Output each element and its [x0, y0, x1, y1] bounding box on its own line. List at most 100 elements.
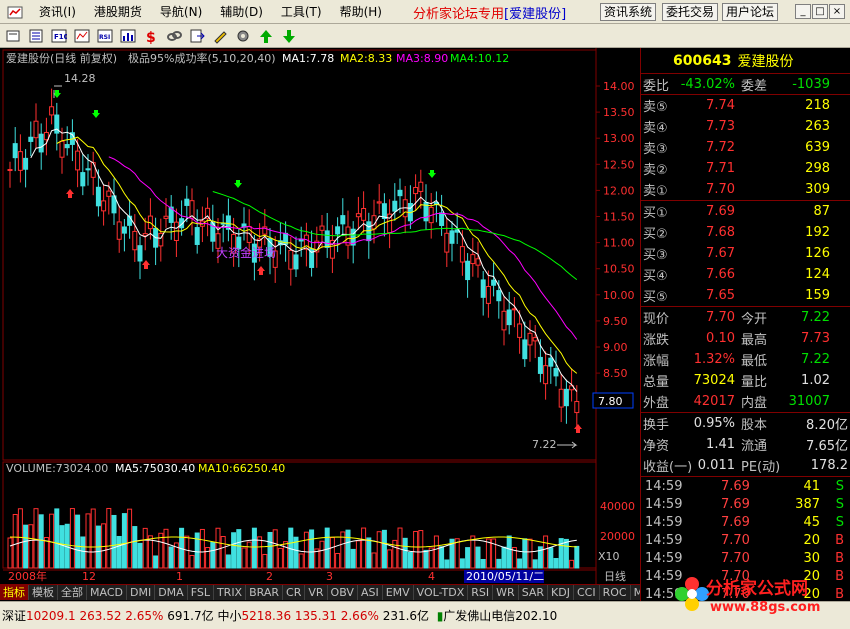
pencil-icon[interactable] — [211, 27, 229, 45]
bar-chart-icon[interactable] — [119, 27, 137, 45]
connection-icon: ▮ — [436, 608, 444, 623]
kline-icon[interactable] — [73, 27, 91, 45]
volume-bar — [496, 558, 502, 569]
volume-bar — [59, 525, 65, 569]
tab-fsl[interactable]: FSL — [187, 585, 214, 600]
buy-order-row[interactable]: 买③ 7.67 126 — [641, 243, 850, 264]
zx-amount: 231.6亿 — [382, 609, 430, 623]
tab-rsi[interactable]: RSI — [468, 585, 494, 600]
fund-value: 7.65亿 — [806, 439, 848, 454]
rsi-icon[interactable]: RSI — [96, 27, 114, 45]
settings-icon[interactable] — [234, 27, 252, 45]
home-icon[interactable] — [4, 27, 22, 45]
tab-roc[interactable]: ROC — [599, 585, 631, 600]
arrow-down-icon[interactable] — [280, 27, 298, 45]
tab-template[interactable]: 模板 — [29, 585, 58, 600]
tab-brar[interactable]: BRAR — [246, 585, 284, 600]
trade-button[interactable]: 委托交易 — [662, 3, 719, 21]
buy-order-row[interactable]: 买⑤ 7.65 159 — [641, 285, 850, 306]
info-system-button[interactable]: 资讯系统 — [600, 3, 657, 21]
volume-bar — [215, 527, 221, 569]
link-icon[interactable] — [165, 27, 183, 45]
app-icon[interactable] — [4, 2, 26, 22]
candle-body — [465, 260, 471, 281]
dollar-icon[interactable]: $ — [142, 27, 160, 45]
tab-sar[interactable]: SAR — [518, 585, 549, 600]
tab-kdj[interactable]: KDJ — [548, 585, 574, 600]
tab-emv[interactable]: EMV — [382, 585, 414, 600]
candle-body — [101, 200, 107, 212]
sell-order-row[interactable]: 卖② 7.71 298 — [641, 158, 850, 179]
forum-button[interactable]: 用户论坛 — [722, 3, 779, 21]
tick-time: 14:59 — [645, 514, 683, 530]
minimize-icon[interactable]: _ — [795, 4, 811, 19]
sell-volume: 309 — [805, 182, 830, 197]
quote-label: 今开 — [741, 312, 768, 327]
date-label-3: 3 — [326, 570, 333, 583]
tick-price: 7.69 — [721, 496, 750, 512]
price-axis-label: 12.00 — [603, 184, 635, 197]
menu-help[interactable]: 帮助(H) — [331, 3, 391, 20]
kline-chart[interactable]: 爱建股份(日线 前复权) 极品95%成功率(5,10,20,40) MA1:7.… — [0, 48, 640, 584]
menu-info[interactable]: 资讯(I) — [30, 3, 85, 20]
tab-cci[interactable]: CCI — [573, 585, 600, 600]
arrow-up-icon[interactable] — [257, 27, 275, 45]
volume-bar — [506, 535, 512, 569]
f10-icon[interactable]: F10 — [50, 27, 68, 45]
sell-order-row[interactable]: 卖① 7.70 309 — [641, 179, 850, 200]
volume-bar — [548, 547, 554, 569]
maximize-icon[interactable]: □ — [812, 4, 828, 19]
quote-row: 外盘 42017 内盘 31007 — [641, 391, 850, 412]
sell-order-row[interactable]: 卖③ 7.72 639 — [641, 137, 850, 158]
tab-macd[interactable]: MACD — [87, 585, 127, 600]
weicha-label: 委差 — [741, 78, 768, 94]
period-label[interactable]: 日线 — [604, 569, 626, 583]
tab-asi[interactable]: ASI — [357, 585, 383, 600]
buy-label: 买① — [643, 206, 668, 221]
tab-vol-tdx[interactable]: VOL-TDX — [413, 585, 469, 600]
volume-bar — [236, 529, 242, 569]
menu-tools[interactable]: 工具(T) — [272, 3, 331, 20]
candle-body — [355, 213, 361, 218]
tab-trix[interactable]: TRIX — [213, 585, 247, 600]
zx-pct: 2.66% — [340, 608, 379, 623]
fund-label: 股本 — [741, 418, 768, 433]
tab-dma[interactable]: DMA — [155, 585, 188, 600]
volume-bar — [43, 536, 49, 569]
tab-vr[interactable]: VR — [305, 585, 328, 600]
sell-label: 卖③ — [643, 142, 668, 157]
buy-order-row[interactable]: 买① 7.69 87 — [641, 201, 850, 222]
sell-order-row[interactable]: 卖⑤ 7.74 218 — [641, 95, 850, 116]
volume-bar — [163, 528, 169, 569]
volume-bar — [309, 529, 315, 569]
tab-cr[interactable]: CR — [283, 585, 306, 600]
candle-body — [480, 279, 486, 298]
buy-order-row[interactable]: 买② 7.68 192 — [641, 222, 850, 243]
price-axis-label: 13.00 — [603, 132, 635, 145]
tab-wr[interactable]: WR — [493, 585, 519, 600]
list-icon[interactable] — [27, 27, 45, 45]
export-icon[interactable] — [188, 27, 206, 45]
candle-body — [475, 258, 481, 266]
candle-body — [324, 230, 330, 248]
forum-stock-name: [爱建股份] — [504, 7, 567, 22]
buy-order-row[interactable]: 买④ 7.66 124 — [641, 264, 850, 285]
buy-volume: 126 — [805, 246, 830, 261]
menu-assist[interactable]: 辅助(D) — [211, 3, 272, 20]
tab-all[interactable]: 全部 — [58, 585, 87, 600]
tab-indicator[interactable]: 指标 — [0, 585, 29, 600]
close-icon[interactable]: × — [829, 4, 845, 19]
volume-bar — [413, 530, 419, 569]
vol-unit: X10 — [598, 550, 620, 563]
menu-hk-futures[interactable]: 港股期货 — [85, 3, 151, 20]
candle-body — [38, 133, 44, 153]
sz-value: 10209.1 — [26, 608, 76, 623]
volume-bar — [303, 531, 309, 569]
sell-order-row[interactable]: 卖④ 7.73 263 — [641, 116, 850, 137]
tab-dmi[interactable]: DMI — [126, 585, 156, 600]
forum-title-text: 分析家论坛专用 — [413, 7, 505, 22]
candle-body — [459, 246, 465, 263]
tab-obv[interactable]: OBV — [327, 585, 358, 600]
menu-navigate[interactable]: 导航(N) — [151, 3, 211, 20]
candle-body — [28, 136, 34, 142]
